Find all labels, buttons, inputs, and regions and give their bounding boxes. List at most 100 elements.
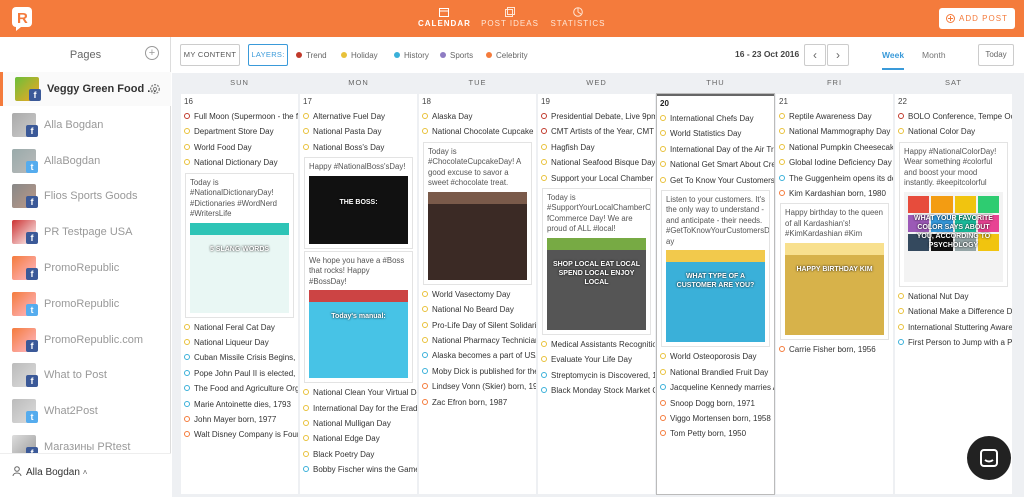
event-item[interactable]: Tom Petty born, 1950 <box>657 426 774 441</box>
scheduled-post[interactable]: Today is #NationalDictionaryDay! #Dictio… <box>185 172 294 318</box>
scheduled-post[interactable]: Happy #NationalColorDay! Wear something … <box>899 141 1008 287</box>
scheduled-post[interactable]: Happy birthday to the queen of all Karda… <box>780 203 889 340</box>
event-item[interactable]: National Mulligan Day <box>300 416 417 431</box>
event-item[interactable]: International Stuttering Aware <box>895 320 1012 335</box>
event-item[interactable]: Moby Dick is published for the <box>419 364 536 379</box>
event-item[interactable]: World Food Day <box>181 140 298 155</box>
view-month-tab[interactable]: Month <box>922 50 946 60</box>
event-item[interactable]: National Dictionary Day <box>181 155 298 170</box>
chat-button[interactable] <box>967 436 1011 480</box>
scheduled-post[interactable]: We hope you have a #Boss that rocks! Hap… <box>304 250 413 384</box>
event-item[interactable]: Jacqueline Kennedy marries Ar <box>657 380 774 395</box>
event-item[interactable]: National Clean Your Virtual De <box>300 385 417 400</box>
event-item[interactable]: Viggo Mortensen born, 1958 <box>657 411 774 426</box>
add-page-button[interactable]: + <box>145 46 159 60</box>
event-item[interactable]: National Make a Difference Da <box>895 304 1012 319</box>
sidebar-page-item[interactable]: t What2Post <box>0 394 171 428</box>
scheduled-post[interactable]: Happy #NationalBoss'sDay! THE BOSS: <box>304 157 413 249</box>
event-item[interactable]: Bobby Fischer wins the Game <box>300 462 417 477</box>
event-item[interactable]: BOLO Conference, Tempe Oct <box>895 109 1012 124</box>
sidebar-page-item[interactable]: f Alla Bogdan <box>0 108 171 142</box>
event-item[interactable]: National Brandied Fruit Day <box>657 365 774 380</box>
scheduled-post[interactable]: Today is #SupportYourLocalChamberO fComm… <box>542 187 651 335</box>
event-item[interactable]: World Statistics Day <box>657 126 774 141</box>
event-item[interactable]: Alternative Fuel Day <box>300 109 417 124</box>
sidebar-page-item[interactable]: f Flios Sports Goods <box>0 179 171 213</box>
event-item[interactable]: Reptile Awareness Day <box>776 109 893 124</box>
event-item[interactable]: Medical Assistants Recognition <box>538 337 655 352</box>
day-column[interactable]: 16 Full Moon (Supermoon - the f Department… <box>181 94 298 494</box>
gear-icon[interactable] <box>149 83 161 95</box>
sidebar-page-item[interactable]: t PromoRepublic <box>0 287 171 321</box>
event-item[interactable]: National Liqueur Day <box>181 335 298 350</box>
layer-filter-celebrity[interactable]: Celebrity <box>486 51 528 60</box>
event-item[interactable]: World Osteoporosis Day <box>657 349 774 364</box>
event-item[interactable]: International Day of the Air Tr <box>657 142 774 157</box>
day-column[interactable]: 21 Reptile Awareness Day National Mammogra… <box>776 94 893 494</box>
event-item[interactable]: International Day for the Eradi <box>300 401 417 416</box>
event-item[interactable]: Kim Kardashian born, 1980 <box>776 186 893 201</box>
event-item[interactable]: Black Monday Stock Market Cr <box>538 383 655 398</box>
sidebar-page-item[interactable]: t AllaBogdan <box>0 144 171 178</box>
sidebar-page-item[interactable]: f PR Testpage USA <box>0 215 171 249</box>
event-item[interactable]: Zac Efron born, 1987 <box>419 395 536 410</box>
event-item[interactable]: Snoop Dogg born, 1971 <box>657 396 774 411</box>
event-item[interactable]: Walt Disney Company is Foun <box>181 427 298 442</box>
day-column[interactable]: 18 Alaska Day National Chocolate Cupcake D… <box>419 94 536 494</box>
prev-week-button[interactable]: ‹ <box>804 44 826 66</box>
event-item[interactable]: World Vasectomy Day <box>419 287 536 302</box>
event-item[interactable]: National Mammography Day <box>776 124 893 139</box>
my-content-button[interactable]: MY CONTENT <box>180 44 240 66</box>
add-post-button[interactable]: ADD POST <box>939 8 1015 29</box>
event-item[interactable]: Global Iodine Deficiency Day <box>776 155 893 170</box>
event-item[interactable]: Black Poetry Day <box>300 447 417 462</box>
event-item[interactable]: Pro-Life Day of Silent Solidarit <box>419 318 536 333</box>
event-item[interactable]: Marie Antoinette dies, 1793 <box>181 397 298 412</box>
event-item[interactable]: National Seafood Bisque Day <box>538 155 655 170</box>
sidebar-page-item[interactable]: f Veggy Green Food ... <box>0 72 171 106</box>
event-item[interactable]: The Guggenheim opens its do <box>776 171 893 186</box>
event-item[interactable]: The Food and Agriculture Org <box>181 381 298 396</box>
event-item[interactable]: National Pharmacy Technician <box>419 333 536 348</box>
event-item[interactable]: Pope John Paul II is elected, 1 <box>181 366 298 381</box>
layer-filter-history[interactable]: History <box>394 51 429 60</box>
tab-statistics[interactable]: STATISTICS <box>550 7 606 35</box>
event-item[interactable]: Support your Local Chamber o <box>538 171 655 186</box>
day-column[interactable]: 22 BOLO Conference, Tempe Oct National Col… <box>895 94 1012 494</box>
view-week-tab[interactable]: Week <box>882 50 905 70</box>
sidebar-page-item[interactable]: f What to Post <box>0 358 171 392</box>
event-item[interactable]: Evaluate Your Life Day <box>538 352 655 367</box>
event-item[interactable]: Lindsey Vonn (Skier) born, 198 <box>419 379 536 394</box>
today-button[interactable]: Today <box>978 44 1014 66</box>
event-item[interactable]: Cuban Missile Crisis Begins, 1 <box>181 350 298 365</box>
event-item[interactable]: John Mayer born, 1977 <box>181 412 298 427</box>
day-column[interactable]: 20 International Chefs Day World Statistic… <box>657 94 774 494</box>
event-item[interactable]: Alaska becomes a part of USA, <box>419 348 536 363</box>
logo-icon[interactable]: R <box>12 7 34 31</box>
event-item[interactable]: National Pasta Day <box>300 124 417 139</box>
layers-button[interactable]: LAYERS: <box>248 44 288 66</box>
scheduled-post[interactable]: Listen to your customers. It's the only … <box>661 189 770 348</box>
event-item[interactable]: National Pumpkin Cheesecake <box>776 140 893 155</box>
event-item[interactable]: International Chefs Day <box>657 111 774 126</box>
event-item[interactable]: First Person to Jump with a Pa <box>895 335 1012 350</box>
sidebar-page-item[interactable]: f PromoRepublic.com <box>0 323 171 357</box>
event-item[interactable]: National Color Day <box>895 124 1012 139</box>
event-item[interactable]: National No Beard Day <box>419 302 536 317</box>
event-item[interactable]: National Chocolate Cupcake D <box>419 124 536 139</box>
event-item[interactable]: Full Moon (Supermoon - the f <box>181 109 298 124</box>
user-menu[interactable]: Alla Bogdan ˄ <box>0 453 171 497</box>
event-item[interactable]: Streptomycin is Discovered, 1 <box>538 368 655 383</box>
event-item[interactable]: National Boss's Day <box>300 140 417 155</box>
event-item[interactable]: National Get Smart About Cre <box>657 157 774 172</box>
scheduled-post[interactable]: Today is #ChocolateCupcakeDay! A good ex… <box>423 141 532 285</box>
day-column[interactable]: 19 Presidential Debate, Live 9pm CMT Artis… <box>538 94 655 494</box>
event-item[interactable]: Carrie Fisher born, 1956 <box>776 342 893 357</box>
event-item[interactable]: Department Store Day <box>181 124 298 139</box>
layer-filter-sports[interactable]: Sports <box>440 51 473 60</box>
layer-filter-holiday[interactable]: Holiday <box>341 51 378 60</box>
event-item[interactable]: CMT Artists of the Year, CMT <box>538 124 655 139</box>
next-week-button[interactable]: › <box>827 44 849 66</box>
tab-post-ideas[interactable]: POST IDEAS <box>481 7 539 35</box>
event-item[interactable]: National Edge Day <box>300 431 417 446</box>
